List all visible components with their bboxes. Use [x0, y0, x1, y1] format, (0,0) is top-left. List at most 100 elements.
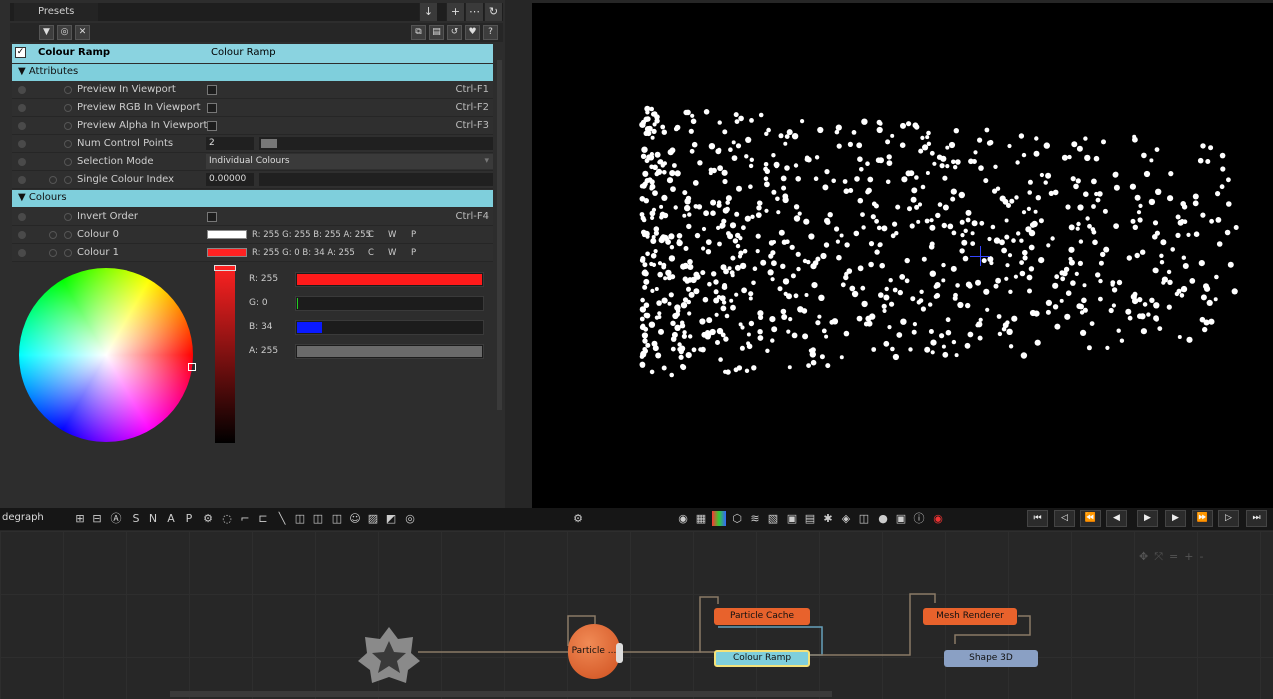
- connector-straight-icon[interactable]: ╲: [275, 511, 289, 526]
- colour-0-p-button[interactable]: P: [411, 230, 416, 240]
- ungroup-icon[interactable]: ⊟: [90, 511, 104, 526]
- vp-sphere-icon[interactable]: ●: [876, 511, 890, 526]
- vp-wire-icon[interactable]: ▧: [766, 511, 780, 526]
- channel-slider[interactable]: [295, 296, 484, 311]
- colour-wheel-handle[interactable]: [188, 363, 196, 371]
- ak-icon[interactable]: Ⓐ: [109, 511, 123, 526]
- refresh-icon[interactable]: ↻: [484, 3, 502, 21]
- lasso-icon[interactable]: ◌: [220, 511, 234, 526]
- zoom-in-button[interactable]: +: [1184, 550, 1193, 563]
- colour-0-c-button[interactable]: C: [368, 230, 374, 240]
- next-frame-icon[interactable]: ▶: [1165, 510, 1186, 527]
- value-ramp-handle[interactable]: [214, 265, 236, 271]
- invert-order-checkbox[interactable]: [207, 212, 217, 222]
- snap-n-button[interactable]: N: [146, 511, 160, 526]
- prev-frame-icon[interactable]: ◀: [1106, 510, 1127, 527]
- play-icon[interactable]: ▶: [1137, 510, 1158, 527]
- section-attributes[interactable]: ▼ Attributes: [12, 64, 493, 81]
- link-icon[interactable]: [49, 176, 57, 184]
- rewind-icon[interactable]: ⏪: [1080, 510, 1101, 527]
- clear-filter-icon[interactable]: ✕: [75, 25, 90, 40]
- link-icon[interactable]: [49, 249, 57, 257]
- eye-icon[interactable]: [18, 249, 26, 257]
- favourite-icon[interactable]: ♥: [465, 25, 480, 40]
- go-to-start-icon[interactable]: ⏮: [1027, 510, 1048, 527]
- eye-icon[interactable]: [18, 158, 26, 166]
- eye-icon[interactable]: [18, 122, 26, 130]
- selection-mode-dropdown[interactable]: Individual Colours ▾: [206, 154, 493, 169]
- vp-frame-icon[interactable]: ▣: [894, 511, 908, 526]
- settings-gear-icon[interactable]: ⚙: [571, 511, 585, 526]
- graph-scrollbar[interactable]: [170, 691, 832, 697]
- vp-stereo-icon[interactable]: ◫: [857, 511, 871, 526]
- eye-icon[interactable]: [18, 86, 26, 94]
- vp-cube-icon[interactable]: ⬡: [730, 511, 744, 526]
- channel-slider[interactable]: [295, 344, 484, 359]
- help-icon[interactable]: ?: [483, 25, 498, 40]
- colour-wheel[interactable]: [19, 268, 193, 442]
- paint-icon[interactable]: ◩: [384, 511, 398, 526]
- link-icon[interactable]: [49, 231, 57, 239]
- eye-icon[interactable]: [18, 213, 26, 221]
- user-icon[interactable]: ☺: [348, 511, 362, 526]
- in-icon[interactable]: ◫: [293, 511, 307, 526]
- vp-warning-icon[interactable]: ⓘ: [912, 511, 926, 526]
- channel-slider[interactable]: [295, 320, 484, 335]
- exp-icon[interactable]: ◫: [330, 511, 344, 526]
- value-ramp[interactable]: [215, 265, 235, 443]
- download-icon[interactable]: ↓: [419, 3, 437, 21]
- particle-cache-node[interactable]: Particle Cache: [714, 608, 810, 625]
- nodegraph-tab[interactable]: degraph: [2, 512, 44, 523]
- vp-record-icon[interactable]: ◉: [931, 511, 945, 526]
- keyframe-icon[interactable]: [64, 249, 72, 257]
- particle-node[interactable]: Particle ...: [568, 624, 620, 679]
- colour-0-w-button[interactable]: W: [388, 230, 396, 240]
- target-circle-icon[interactable]: ◎: [403, 511, 417, 526]
- channel-slider[interactable]: [295, 272, 484, 287]
- vp-grid-icon[interactable]: ▦: [694, 511, 708, 526]
- filter-icon[interactable]: ▼: [39, 25, 54, 40]
- enable-node-checkbox[interactable]: ✓: [15, 47, 26, 58]
- target-icon[interactable]: ◎: [57, 25, 72, 40]
- gear-icon[interactable]: ⚙: [201, 511, 215, 526]
- fast-forward-icon[interactable]: ⏩: [1192, 510, 1213, 527]
- eye-icon[interactable]: [18, 176, 26, 184]
- zoom-out-button[interactable]: -: [1199, 550, 1203, 563]
- pan-icon[interactable]: ✥: [1139, 550, 1148, 563]
- preview-rgb-checkbox[interactable]: [207, 103, 217, 113]
- go-to-end-icon[interactable]: ⏭: [1246, 510, 1267, 527]
- vp-asterisk-icon[interactable]: ✱: [821, 511, 835, 526]
- connector-square-icon[interactable]: ⊏: [256, 511, 270, 526]
- colour-ramp-node[interactable]: Colour Ramp: [714, 650, 810, 667]
- vp-rng-icon[interactable]: ▤: [803, 511, 817, 526]
- eye-icon[interactable]: [18, 140, 26, 148]
- section-colours[interactable]: ▼ Colours: [12, 190, 493, 207]
- vp-shade-icon[interactable]: ◈: [839, 511, 853, 526]
- colour-1-w-button[interactable]: W: [388, 248, 396, 258]
- keyframe-icon[interactable]: [64, 231, 72, 239]
- keyframe-icon[interactable]: [64, 122, 72, 130]
- undo-icon[interactable]: ↺: [447, 25, 462, 40]
- vp-colour-icon[interactable]: [712, 511, 726, 526]
- snap-p-button[interactable]: P: [182, 511, 196, 526]
- panel-scrollbar[interactable]: [497, 60, 502, 410]
- presets-tab[interactable]: Presets: [14, 3, 98, 21]
- keyframe-icon[interactable]: [64, 176, 72, 184]
- num-control-points-field[interactable]: 2: [206, 137, 254, 150]
- add-preset-icon[interactable]: +: [446, 3, 464, 21]
- colour-1-p-button[interactable]: P: [411, 248, 416, 258]
- emitter-node[interactable]: [358, 625, 420, 683]
- paste-icon[interactable]: ▤: [429, 25, 444, 40]
- eye-icon[interactable]: [18, 104, 26, 112]
- mesh-renderer-node[interactable]: Mesh Renderer: [923, 608, 1017, 625]
- vp-mesh-icon[interactable]: ≋: [748, 511, 762, 526]
- fit-icon[interactable]: ⤧: [1154, 550, 1163, 563]
- colour-1-c-button[interactable]: C: [368, 248, 374, 258]
- colour-0-swatch[interactable]: [207, 230, 247, 239]
- keyframe-icon[interactable]: [64, 140, 72, 148]
- keyframe-icon[interactable]: [64, 213, 72, 221]
- snap-a-button[interactable]: A: [164, 511, 178, 526]
- keyframe-icon[interactable]: [64, 86, 72, 94]
- vp-camera-icon[interactable]: ◉: [676, 511, 690, 526]
- equal-icon[interactable]: =: [1169, 550, 1178, 563]
